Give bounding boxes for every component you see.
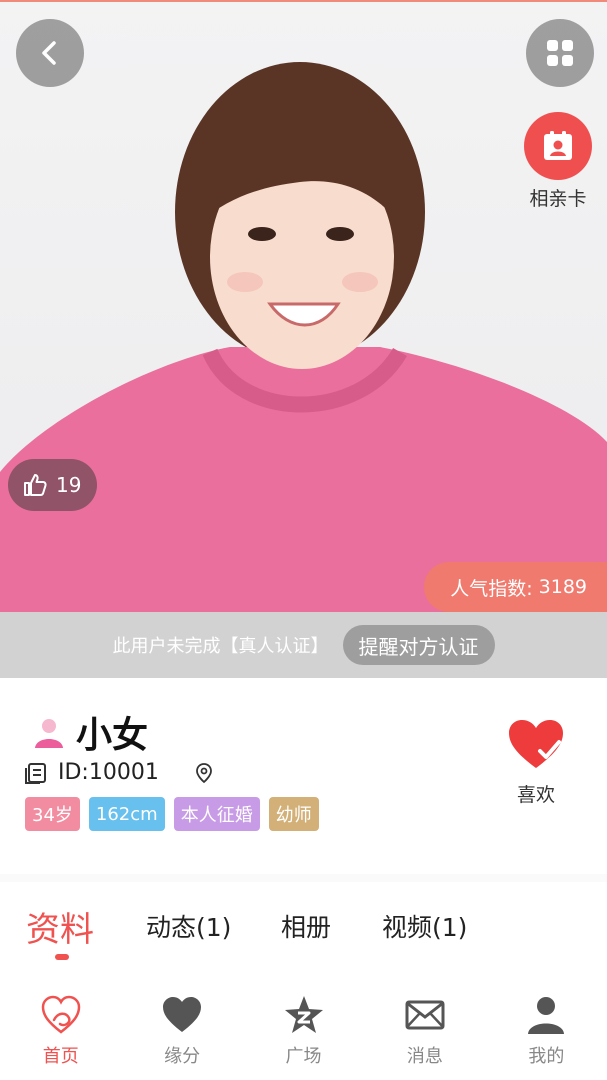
matchmaking-card-button[interactable] bbox=[524, 112, 592, 180]
nav-fate[interactable]: 缘分 bbox=[121, 990, 242, 1080]
nav-fate-label: 缘分 bbox=[164, 1046, 201, 1067]
nav-messages-label: 消息 bbox=[406, 1046, 443, 1067]
user-icon bbox=[528, 997, 565, 1034]
id-row: ID:10001 bbox=[24, 760, 215, 785]
mail-icon bbox=[405, 1000, 445, 1030]
name-row: 小女 bbox=[32, 706, 148, 758]
nav-home[interactable]: 首页 bbox=[0, 990, 121, 1080]
like-count: 19 bbox=[56, 473, 82, 497]
nav-home-label: 首页 bbox=[42, 1046, 79, 1067]
heart-icon bbox=[163, 997, 202, 1032]
like-button[interactable]: 喜欢 bbox=[500, 718, 572, 807]
thumbs-up-icon bbox=[24, 474, 47, 496]
bottom-navigation: 首页 缘分 广场 消息 我的 bbox=[0, 990, 607, 1080]
profile-photo[interactable]: 相亲卡 19 人气指数: 3189 bbox=[0, 0, 607, 612]
remind-verify-button[interactable]: 提醒对方认证 bbox=[342, 625, 495, 665]
star-icon bbox=[284, 996, 323, 1033]
heart-check-icon bbox=[509, 720, 563, 768]
grid-icon bbox=[547, 40, 573, 66]
user-id: ID:10001 bbox=[58, 760, 159, 785]
tag-occupation: 幼师 bbox=[268, 797, 319, 831]
nav-messages[interactable]: 消息 bbox=[364, 990, 485, 1080]
nav-mine-label: 我的 bbox=[528, 1046, 565, 1067]
tab-moments[interactable]: 动态(1) bbox=[146, 908, 231, 944]
popularity-value: 3189 bbox=[538, 576, 587, 598]
tag-height: 162cm bbox=[88, 797, 165, 831]
like-label: 喜欢 bbox=[516, 784, 555, 806]
home-heart-icon bbox=[41, 995, 80, 1034]
profile-card-icon bbox=[544, 131, 572, 160]
tab-videos[interactable]: 视频(1) bbox=[382, 908, 467, 944]
user-name: 小女 bbox=[76, 715, 149, 756]
verification-notice: 此用户未完成【真人认证】 bbox=[112, 636, 329, 657]
chevron-left-icon bbox=[42, 41, 56, 65]
profile-photo-image bbox=[0, 62, 607, 612]
id-card-icon bbox=[25, 762, 46, 784]
menu-grid-button[interactable] bbox=[526, 19, 594, 87]
tag-age: 34岁 bbox=[25, 797, 80, 831]
like-count-badge[interactable]: 19 bbox=[8, 459, 98, 511]
tab-profile[interactable]: 资料 bbox=[26, 902, 94, 951]
popularity-label: 人气指数: bbox=[450, 577, 533, 600]
active-tab-indicator bbox=[55, 954, 69, 960]
profile-tabs: 资料 动态(1) 相册 视频(1) bbox=[0, 882, 607, 977]
nav-mine[interactable]: 我的 bbox=[486, 990, 607, 1080]
profile-info: 小女 ID:10001 34岁 162cm 本人征婚 幼师 喜欢 bbox=[0, 678, 607, 874]
popularity-badge: 人气指数: 3189 bbox=[424, 562, 607, 612]
nav-square-label: 广场 bbox=[285, 1046, 322, 1067]
verification-bar: 此用户未完成【真人认证】 提醒对方认证 bbox=[0, 612, 607, 678]
tab-album[interactable]: 相册 bbox=[281, 908, 331, 944]
matchmaking-card-label: 相亲卡 bbox=[529, 188, 587, 210]
section-divider bbox=[0, 874, 607, 882]
profile-tags: 34岁 162cm 本人征婚 幼师 bbox=[25, 797, 319, 831]
tag-seeking: 本人征婚 bbox=[173, 797, 260, 831]
nav-square[interactable]: 广场 bbox=[243, 990, 364, 1080]
female-user-icon bbox=[35, 719, 63, 748]
location-pin-icon bbox=[195, 762, 212, 783]
back-button[interactable] bbox=[16, 19, 84, 87]
